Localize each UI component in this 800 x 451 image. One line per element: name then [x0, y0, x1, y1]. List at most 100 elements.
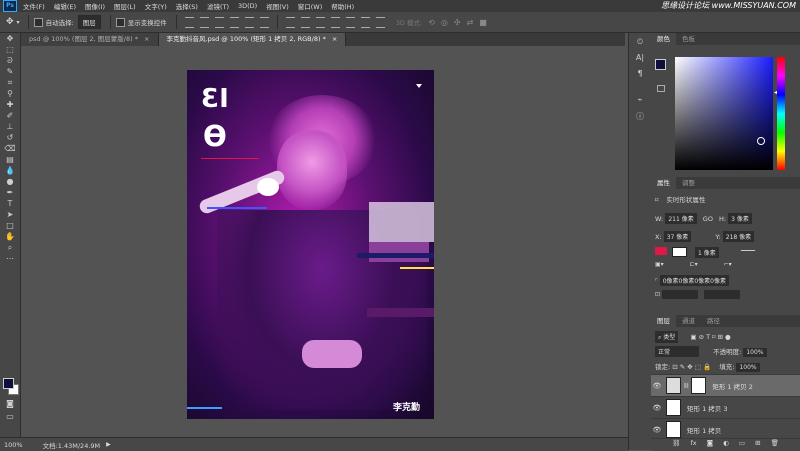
type-icon[interactable]: T [2, 199, 18, 209]
rectangle-icon[interactable]: □ [2, 221, 18, 231]
align-hcenter-icon[interactable] [244, 16, 254, 28]
auto-select-dropdown[interactable]: 图层 [77, 15, 101, 29]
eye-icon[interactable]: 👁 [651, 426, 663, 434]
menu-layer[interactable]: 图层(L) [114, 1, 136, 11]
quick-mask-icon[interactable]: ◙ [2, 399, 18, 409]
move-icon[interactable]: ✥ [2, 34, 18, 44]
chevron-right-icon[interactable]: ▶ [106, 441, 111, 448]
hand-icon[interactable]: ✋ [2, 232, 18, 242]
layer-filter-dropdown[interactable]: ⌕ 类型 [655, 331, 679, 343]
stroke-color-swatch[interactable] [672, 247, 687, 257]
eye-icon[interactable]: 👁 [651, 404, 663, 412]
3d-rotate-icon[interactable]: ⟲ [428, 18, 435, 27]
hue-slider[interactable] [777, 57, 785, 170]
foreground-color-swatch[interactable] [655, 59, 666, 70]
marquee-icon[interactable]: ⬚ [2, 45, 18, 55]
brush-icon[interactable]: ✐ [2, 111, 18, 121]
align-vcenter-icon[interactable] [199, 16, 209, 28]
menu-help[interactable]: 帮助(H) [331, 1, 354, 11]
eyedropper-icon[interactable]: ⚲ [2, 89, 18, 99]
tab-channels[interactable]: 通道 [676, 315, 701, 327]
folder-icon[interactable]: ▭ [739, 439, 745, 447]
foreground-color-swatch[interactable] [3, 378, 14, 389]
lock-icons[interactable]: ⊡ ✎ ✥ ⬚ 🔒 [672, 363, 711, 371]
more-tools-icon[interactable]: ⋯ [2, 254, 18, 264]
layer-name[interactable]: 矩形 1 拷贝 [687, 425, 721, 435]
tab-adjustments[interactable]: 调整 [676, 177, 701, 189]
lasso-icon[interactable]: ᘐ [2, 56, 18, 66]
distribute-bottom-icon[interactable] [315, 16, 325, 28]
info-icon[interactable]: ⓘ [633, 111, 647, 123]
eraser-icon[interactable]: ⌫ [2, 144, 18, 154]
paragraph-icon[interactable]: ¶ [633, 69, 647, 81]
quick-select-icon[interactable]: ✎ [2, 67, 18, 77]
tab-layers[interactable]: 图层 [651, 315, 676, 327]
move-tool-icon[interactable]: ✥ [6, 17, 14, 27]
color-field[interactable] [675, 57, 773, 170]
menu-view[interactable]: 视图(V) [266, 1, 289, 11]
gradient-icon[interactable]: ▤ [2, 155, 18, 165]
stroke-width-field[interactable]: 1 像素 [695, 247, 719, 258]
corner-link-icon[interactable]: ⊡ [655, 291, 660, 298]
cap-type-icon[interactable]: ⊏▾ [690, 261, 698, 268]
auto-select-checkbox[interactable] [33, 17, 43, 27]
distribute-vcenter-icon[interactable] [300, 16, 310, 28]
tab-document-1[interactable]: psd @ 100% (图层 2, 图层蒙版/8) * × [21, 33, 159, 46]
align-left-icon[interactable] [229, 16, 239, 28]
distribute-right-icon[interactable] [360, 16, 370, 28]
align-bottom-icon[interactable] [214, 16, 224, 28]
filter-icons[interactable]: ▣ ⊘ T ⌑ ⊞ ● [690, 333, 730, 341]
dodge-icon[interactable]: ● [2, 177, 18, 187]
clone-stamp-icon[interactable]: ⊥ [2, 122, 18, 132]
chevron-down-icon[interactable]: ▾ [17, 19, 20, 26]
color-picker-handle[interactable] [757, 137, 765, 145]
fill-field[interactable]: 100% [736, 363, 760, 372]
menu-window[interactable]: 窗口(W) [298, 1, 323, 11]
zoom-level[interactable]: 100% [4, 441, 23, 449]
show-transform-checkbox[interactable] [115, 17, 125, 27]
align-top-icon[interactable] [184, 16, 194, 28]
healing-brush-icon[interactable]: ✚ [2, 100, 18, 110]
distribute-left-icon[interactable] [330, 16, 340, 28]
adjustment-icon[interactable]: ◐ [723, 439, 729, 447]
cube-icon[interactable] [657, 85, 665, 92]
menu-file[interactable]: 文件(F) [23, 1, 45, 11]
history-brush-icon[interactable]: ↺ [2, 133, 18, 143]
distribute-hcenter-icon[interactable] [345, 16, 355, 28]
corner-field-1[interactable] [661, 290, 698, 299]
3d-drag-icon[interactable]: ✣ [454, 18, 461, 27]
layer-row[interactable]: 👁 矩形 1 拷贝 3 [651, 396, 800, 418]
menu-type[interactable]: 文字(Y) [145, 1, 167, 11]
corner-type-icon[interactable]: ⌐▾ [724, 261, 732, 268]
fx-icon[interactable]: fx [690, 439, 696, 447]
close-icon[interactable]: × [144, 35, 149, 43]
menu-3d[interactable]: 3D(D) [238, 2, 257, 10]
history-icon[interactable]: ⏲ [633, 37, 647, 49]
y-field[interactable]: 218 像素 [722, 231, 755, 242]
menu-select[interactable]: 选择(S) [176, 1, 198, 11]
trash-icon[interactable]: 🗑 [771, 439, 779, 447]
tab-paths[interactable]: 路径 [701, 315, 726, 327]
corner-radius-field[interactable]: 0像素0像素0像素0像素 [659, 275, 730, 286]
fill-color-swatch[interactable] [655, 247, 667, 255]
tab-swatches[interactable]: 色板 [676, 33, 701, 45]
zoom-icon[interactable]: ⌕ [2, 243, 18, 253]
screen-mode-icon[interactable]: ▭ [2, 412, 18, 422]
stroke-style-dropdown[interactable] [741, 250, 755, 259]
h-field[interactable]: 3 像素 [728, 213, 752, 224]
opacity-field[interactable]: 100% [743, 348, 767, 357]
layer-name[interactable]: 矩形 1 拷贝 3 [687, 403, 727, 413]
layer-name[interactable]: 矩形 1 拷贝 2 [712, 381, 752, 391]
new-layer-icon[interactable]: ⊞ [755, 439, 760, 447]
x-field[interactable]: 37 像素 [663, 231, 692, 242]
3d-slide-icon[interactable]: ⇄ [467, 18, 474, 27]
tab-properties[interactable]: 属性 [651, 177, 676, 189]
hue-slider-handle[interactable]: ◂ [774, 89, 777, 96]
add-mask-icon[interactable]: ◙ [707, 439, 713, 447]
canvas-document[interactable]: ƐI ϴ 李克勤 [187, 70, 434, 419]
blur-icon[interactable]: 💧 [2, 166, 18, 176]
align-right-icon[interactable] [259, 16, 269, 28]
menu-filter[interactable]: 滤镜(T) [207, 1, 229, 11]
blend-mode-dropdown[interactable]: 正常 [655, 346, 699, 357]
tab-document-2[interactable]: 李克勤抖音风.psd @ 100% (矩形 1 拷贝 2, RGB/8) * × [158, 33, 347, 46]
